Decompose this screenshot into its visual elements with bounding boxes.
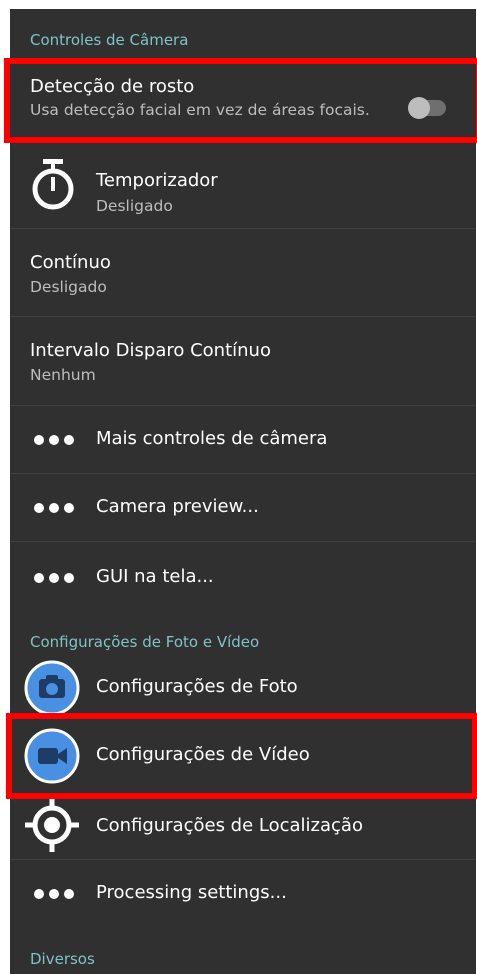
camera-icon [24, 660, 80, 716]
processing-settings-title: Processing settings... [96, 882, 287, 903]
location-settings-item[interactable]: Configurações de Localização [10, 791, 476, 859]
camera-preview-title: Camera preview... [96, 496, 259, 517]
burst-interval-subtitle: Nenhum [30, 366, 96, 384]
location-crosshair-icon [25, 798, 79, 852]
video-settings-item[interactable]: Configurações de Vídeo [10, 723, 476, 789]
burst-interval-title: Intervalo Disparo Contínuo [30, 340, 271, 361]
section-header-camera-controls: Controles de Câmera [30, 31, 189, 49]
continuous-subtitle: Desligado [30, 278, 107, 296]
on-screen-gui-title: GUI na tela... [96, 566, 214, 587]
location-settings-title: Configurações de Localização [96, 815, 363, 836]
face-detection-setting[interactable]: Detecção de rosto Usa detecção facial em… [10, 57, 476, 144]
more-dots-icon [34, 434, 74, 446]
more-camera-controls-item[interactable]: Mais controles de câmera [10, 406, 476, 473]
continuous-title: Contínuo [30, 252, 111, 273]
timer-title: Temporizador [96, 170, 218, 191]
face-detection-title: Detecção de rosto [30, 76, 195, 97]
stopwatch-icon [32, 159, 74, 210]
section-header-photo-video: Configurações de Foto e Vídeo [30, 633, 260, 651]
video-camera-icon [24, 728, 80, 784]
toggle-thumb [408, 97, 430, 119]
section-header-misc: Diversos [30, 950, 95, 968]
camera-preview-item[interactable]: Camera preview... [10, 474, 476, 541]
more-camera-controls-title: Mais controles de câmera [96, 428, 328, 449]
more-dots-icon [34, 888, 74, 900]
video-settings-title: Configurações de Vídeo [96, 744, 310, 765]
processing-settings-item[interactable]: Processing settings... [10, 860, 476, 927]
burst-interval-setting[interactable]: Intervalo Disparo Contínuo Nenhum [10, 317, 476, 405]
timer-setting[interactable]: Temporizador Desligado [10, 144, 476, 228]
continuous-setting[interactable]: Contínuo Desligado [10, 229, 476, 317]
more-dots-icon [34, 502, 74, 514]
on-screen-gui-item[interactable]: GUI na tela... [10, 542, 476, 609]
more-dots-icon [34, 572, 74, 584]
settings-panel: Controles de Câmera Detecção de rosto Us… [10, 9, 476, 974]
face-detection-subtitle: Usa detecção facial em vez de áreas foca… [30, 101, 370, 119]
photo-settings-item[interactable]: Configurações de Foto [10, 655, 476, 721]
photo-settings-title: Configurações de Foto [96, 676, 298, 697]
timer-subtitle: Desligado [96, 197, 173, 215]
